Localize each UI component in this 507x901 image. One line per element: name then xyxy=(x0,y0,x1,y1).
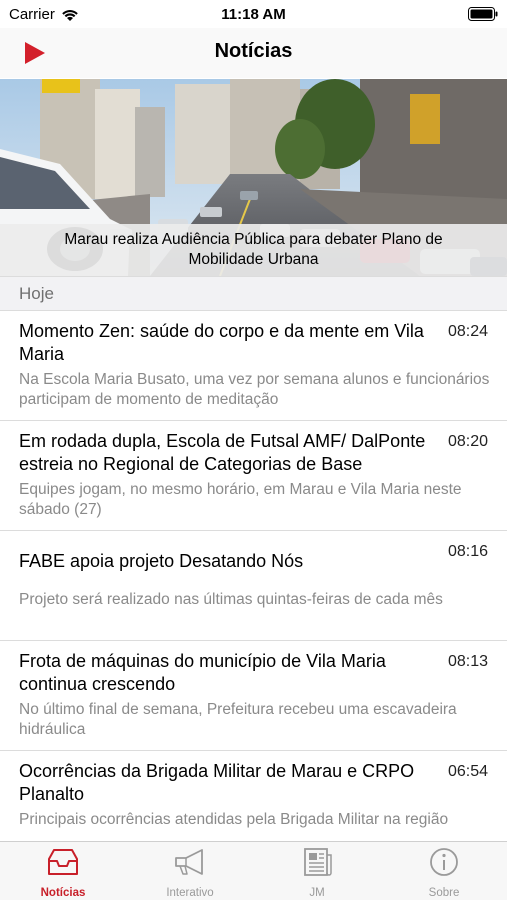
section-header-today: Hoje xyxy=(0,276,507,311)
tab-label: Interativo xyxy=(166,887,214,899)
news-title: Em rodada dupla, Escola de Futsal AMF/ D… xyxy=(19,431,426,474)
news-summary: Projeto será realizado nas últimas quint… xyxy=(19,591,443,608)
news-summary: Principais ocorrências atendidas pela Br… xyxy=(19,811,449,828)
news-time: 06:54 xyxy=(447,763,488,780)
news-title: Ocorrências da Brigada Militar de Marau … xyxy=(19,761,415,804)
page-title: Notícias xyxy=(214,40,293,62)
news-title: FABE apoia projeto Desatando Nós xyxy=(19,551,304,571)
info-icon xyxy=(430,848,458,876)
megaphone-icon xyxy=(175,849,203,875)
featured-news[interactable]: Marau realiza Audiência Pública para deb… xyxy=(0,79,507,276)
section-label: Hoje xyxy=(19,284,54,303)
news-time: 08:20 xyxy=(447,433,488,450)
inbox-icon xyxy=(48,849,78,875)
news-time: 08:16 xyxy=(447,543,488,560)
news-item[interactable]: Em rodada dupla, Escola de Futsal AMF/ D… xyxy=(0,421,507,531)
news-item[interactable]: Momento Zen: saúde do corpo e da mente e… xyxy=(0,311,507,421)
news-title: Frota de máquinas do município de Vila M… xyxy=(19,651,386,694)
tab-jm[interactable]: JM xyxy=(254,842,380,901)
tab-label: Sobre xyxy=(428,887,460,899)
news-summary: Equipes jogam, no mesmo horário, em Mara… xyxy=(19,481,462,518)
battery-icon xyxy=(468,7,498,21)
tab-noticias[interactable]: Notícias xyxy=(0,842,126,901)
tab-sobre[interactable]: Sobre xyxy=(381,842,507,901)
news-time: 08:13 xyxy=(447,653,488,670)
news-summary: Na Escola Maria Busato, uma vez por sema… xyxy=(19,371,490,408)
newspaper-icon xyxy=(304,848,332,876)
news-title: Momento Zen: saúde do corpo e da mente e… xyxy=(19,321,424,364)
tab-label: JM xyxy=(309,887,325,899)
news-summary: No último final de semana, Prefeitura re… xyxy=(19,701,457,738)
tab-bar: Notícias Interativo JM Sobre xyxy=(0,841,507,900)
news-item[interactable]: FABE apoia projeto Desatando Nós 08:16 P… xyxy=(0,531,507,641)
news-list[interactable]: Momento Zen: saúde do corpo e da mente e… xyxy=(0,311,507,841)
news-item[interactable]: Ocorrências da Brigada Militar de Marau … xyxy=(0,751,507,841)
news-item[interactable]: Frota de máquinas do município de Vila M… xyxy=(0,641,507,751)
tab-interativo[interactable]: Interativo xyxy=(127,842,253,901)
news-time: 08:24 xyxy=(447,323,488,340)
navigation-bar: Notícias xyxy=(0,28,507,78)
tab-label: Notícias xyxy=(40,887,86,899)
status-time: 11:18 AM xyxy=(221,6,286,23)
featured-news-caption: Marau realiza Audiência Pública para deb… xyxy=(0,224,507,276)
status-bar: Carrier 11:18 AM xyxy=(0,0,507,28)
